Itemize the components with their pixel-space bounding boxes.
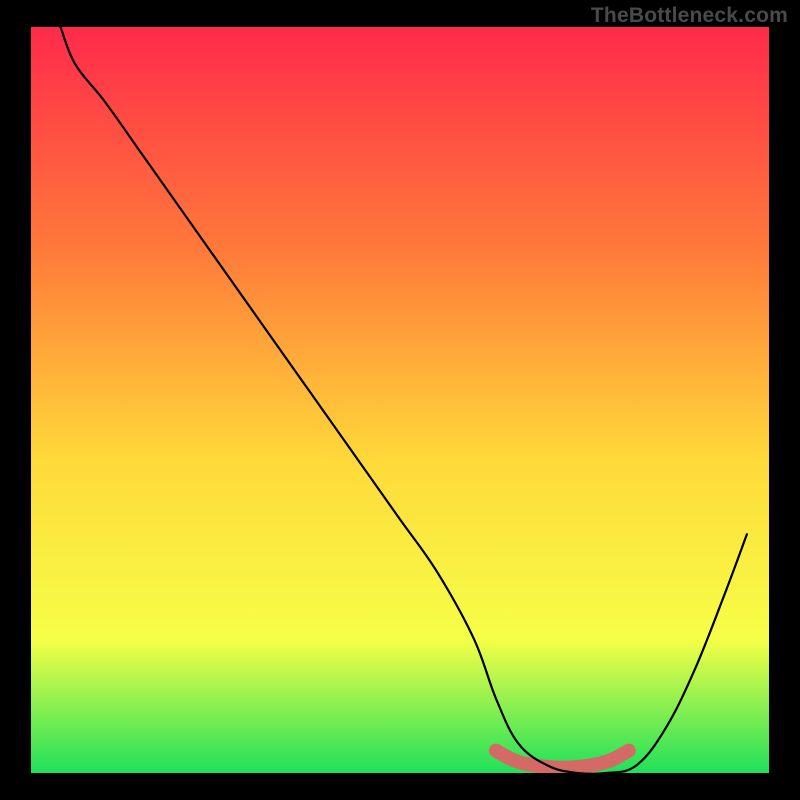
plot-background: [31, 27, 769, 773]
chart-svg: [0, 0, 800, 800]
chart-frame: TheBottleneck.com: [0, 0, 800, 800]
watermark-text: TheBottleneck.com: [591, 4, 788, 28]
